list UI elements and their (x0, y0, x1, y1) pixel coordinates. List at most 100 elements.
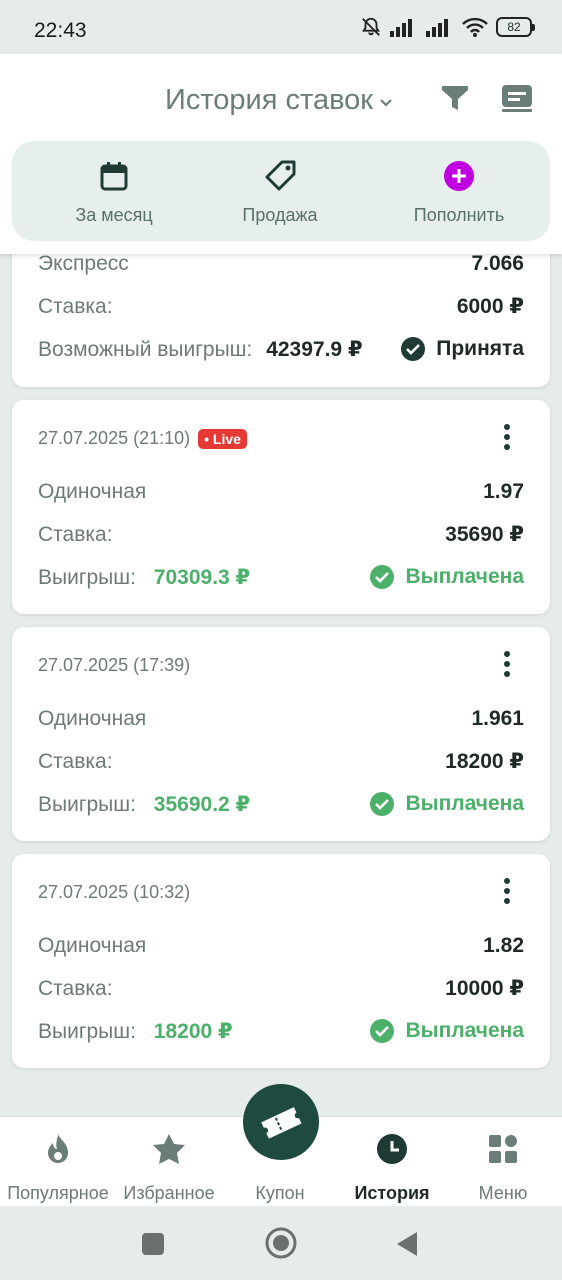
bet-date: 27.07.2025 (10:32) (38, 882, 191, 902)
payout-value: 70309.3 ₽ (153, 565, 251, 589)
status-time: 22:43 (34, 19, 87, 42)
payout-row: Выигрыш: 35690.2 ₽ Выплачена (38, 791, 524, 817)
stake-row: Ставка: 18200 ₽ (38, 749, 524, 774)
clock-icon (377, 1134, 407, 1164)
bet-odds: 1.961 (471, 707, 524, 730)
stake-row: Ставка: 6000 ₽ (38, 294, 524, 319)
app-header: История ставок За месяц Продажа Пополнит… (0, 54, 562, 254)
bet-history-list[interactable]: Экспресс 7.066 Ставка: 6000 ₽ Возможный … (0, 254, 562, 1116)
bet-type-row: Экспресс 7.066 (38, 254, 524, 276)
ticket-icon (261, 1107, 302, 1139)
stake-row: Ставка: 35690 ₽ (38, 522, 524, 547)
status-badge: Выплачена (369, 564, 524, 590)
stake-label: Ставка: (38, 749, 113, 773)
payout-value: 35690.2 ₽ (153, 792, 251, 816)
signal-icon (390, 19, 412, 37)
stake-label: Ставка: (38, 294, 113, 318)
bell-off-icon (361, 17, 381, 36)
flame-icon (48, 1134, 68, 1163)
check-circle-icon (401, 337, 426, 361)
payout-label: Выигрыш: (38, 565, 136, 589)
chevron-down-icon (380, 98, 392, 107)
status-text: Выплачена (405, 1019, 524, 1042)
quick-action-month[interactable]: За месяц (34, 159, 194, 226)
bet-type-row: Одиночная 1.82 (38, 934, 524, 958)
payout-label: Выигрыш: (38, 792, 136, 816)
quick-action-label: Продажа (242, 205, 318, 225)
payout-label: Возможный выигрыш: (38, 337, 253, 361)
stake-label: Ставка: (38, 976, 113, 1000)
status-text: Выплачена (405, 792, 524, 815)
bet-card[interactable]: Экспресс 7.066 Ставка: 6000 ₽ Возможный … (12, 254, 550, 387)
home-icon[interactable] (264, 1226, 298, 1260)
page-title: История ставок (165, 84, 373, 116)
bet-type: Одиночная (38, 934, 147, 957)
nav-tab-label: История (354, 1183, 430, 1203)
quick-action-sale[interactable]: Продажа (200, 159, 360, 226)
nav-tab-favorites[interactable]: Избранное (113, 1133, 225, 1204)
back-icon[interactable] (395, 1231, 419, 1257)
quick-action-label: Пополнить (413, 205, 505, 225)
nav-tab-label: Меню (478, 1183, 528, 1203)
stake-value: 18200 ₽ (445, 750, 524, 773)
check-circle-icon (370, 1019, 395, 1043)
stake-row: Ставка: 10000 ₽ (38, 976, 524, 1001)
more-icon[interactable] (504, 878, 512, 908)
stake-value: 10000 ₽ (445, 977, 524, 1000)
page-title-dropdown[interactable]: История ставок (165, 84, 393, 117)
nav-tab-label: Избранное (123, 1183, 215, 1203)
bet-date: 27.07.2025 (17:39) (38, 655, 191, 675)
battery-indicator: 82 (496, 17, 535, 37)
quick-action-topup[interactable]: Пополнить (379, 159, 539, 226)
bet-card[interactable]: 27.07.2025 (21:10) • Live Одиночная 1.97… (12, 400, 550, 614)
live-badge: • Live (198, 428, 247, 449)
status-badge: Выплачена (369, 791, 524, 817)
bet-type-row: Одиночная 1.97 (38, 480, 524, 504)
bet-type: Одиночная (38, 707, 147, 730)
nav-tab-label: Купон (255, 1183, 305, 1203)
status-badge: Принята (400, 336, 524, 362)
payout-row: Возможный выигрыш: 42397.9 ₽ Принята (38, 336, 524, 362)
payout-label: Выигрыш: (38, 1019, 136, 1043)
list-view-icon[interactable] (500, 83, 534, 113)
nav-tab-menu[interactable]: Меню (447, 1133, 559, 1204)
check-circle-icon (370, 792, 395, 816)
bet-type: Экспресс (38, 254, 129, 275)
filter-icon[interactable] (440, 84, 470, 112)
nav-tab-popular[interactable]: Популярное (2, 1133, 114, 1204)
more-icon[interactable] (504, 424, 512, 454)
stake-value: 6000 ₽ (456, 295, 524, 318)
nav-tab-history[interactable]: История (336, 1133, 448, 1204)
recent-apps-icon[interactable] (141, 1232, 165, 1256)
wifi-icon (462, 17, 488, 37)
bet-date: 27.07.2025 (21:10) (38, 428, 191, 448)
status-text: Выплачена (405, 565, 524, 588)
payout-value: 18200 ₽ (153, 1019, 233, 1043)
bet-card[interactable]: 27.07.2025 (17:39) Одиночная 1.961 Ставк… (12, 627, 550, 841)
payout-row: Выигрыш: 18200 ₽ Выплачена (38, 1018, 524, 1044)
bet-date-row: 27.07.2025 (10:32) (38, 882, 190, 903)
tag-icon (265, 160, 296, 191)
stake-label: Ставка: (38, 522, 113, 546)
status-text: Принята (436, 337, 524, 360)
system-nav (0, 1206, 562, 1280)
bet-odds: 7.066 (471, 254, 524, 275)
grid-icon (489, 1135, 517, 1163)
bet-odds: 1.97 (483, 480, 524, 503)
check-circle-icon (370, 565, 395, 589)
bet-date-row: 27.07.2025 (21:10) • Live (38, 428, 247, 449)
more-icon[interactable] (504, 651, 512, 681)
status-icons: 82 (360, 16, 535, 38)
live-label: Live (212, 430, 241, 447)
bet-card[interactable]: 27.07.2025 (10:32) Одиночная 1.82 Ставка… (12, 854, 550, 1068)
plus-circle-icon (444, 161, 474, 191)
bet-type: Одиночная (38, 480, 147, 503)
status-badge: Выплачена (369, 1018, 524, 1044)
quick-actions: За месяц Продажа Пополнить (12, 141, 550, 241)
stake-value: 35690 ₽ (445, 523, 524, 546)
star-icon (153, 1134, 185, 1164)
payout-value: 42397.9 ₽ (266, 337, 363, 361)
bet-type-row: Одиночная 1.961 (38, 707, 524, 731)
coupon-button[interactable] (243, 1084, 319, 1160)
signal-icon-2 (426, 19, 448, 37)
